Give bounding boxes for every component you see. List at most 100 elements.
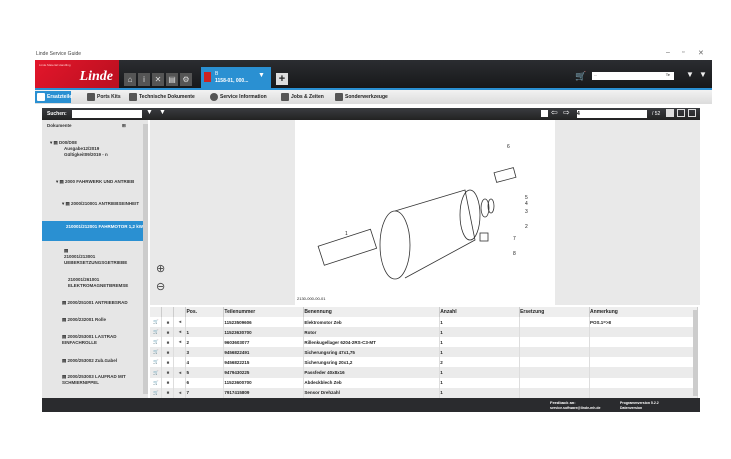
clear-filter-icon[interactable]: ▼	[699, 70, 707, 79]
column-header[interactable]: Teilenummer	[223, 307, 305, 317]
document-icon[interactable]: ■	[161, 347, 175, 358]
info-icon[interactable]: ◂	[173, 387, 187, 398]
cart-icon[interactable]: 🛒	[150, 367, 163, 378]
maximize-button[interactable]: ▫	[682, 49, 684, 56]
table-row[interactable]: 🛒 ■ 6 11523600700 Abdeckblech Zeb 1	[150, 377, 698, 388]
minimize-button[interactable]: –	[666, 49, 670, 56]
cart-icon[interactable]: 🛒	[150, 337, 163, 348]
table-row[interactable]: 🛒 ■ ◂ 11523509606 Elektromotor Zeb 1 POS.1=>8	[150, 317, 698, 328]
home-icon[interactable]: ⌂	[124, 73, 136, 86]
cart-icon[interactable]: 🛒	[150, 327, 163, 338]
part-number: 9479430225	[223, 367, 305, 378]
cart-icon[interactable]: 🛒	[150, 347, 163, 358]
tree-item[interactable]: ▤ 2000/232001 Rolle	[62, 317, 142, 323]
fit-width-icon[interactable]	[677, 109, 685, 117]
tools-icon[interactable]: ✕	[152, 73, 164, 86]
tree-item[interactable]: ▾ ▤ 2000/210001 ANTRIEBSEINHEIT	[62, 201, 142, 207]
column-header[interactable]	[150, 307, 163, 317]
tree-search-input[interactable]	[72, 110, 142, 118]
remark	[589, 337, 698, 348]
back-arrow-icon[interactable]: ⇦	[551, 108, 558, 117]
filter-icon[interactable]: ▼	[686, 70, 694, 79]
close-button[interactable]: ✕	[698, 49, 704, 57]
info-icon[interactable]	[173, 357, 187, 368]
table-row[interactable]: 🛒 ■ 3 9456822491 Sicherungsring 47x1,75 1	[150, 347, 698, 358]
column-header[interactable]	[161, 307, 175, 317]
tree-item[interactable]: ▤ 210001/213001 UEBERSETZUNGSGETRIEBE	[64, 248, 142, 266]
settings-icon[interactable]: ⚙	[180, 73, 192, 86]
info-icon[interactable]: ◂	[173, 337, 187, 348]
linde-logo: Linde Material Handling Linde	[35, 60, 119, 90]
column-header[interactable]: Ersetzung	[519, 307, 591, 317]
document-icon[interactable]: ■	[161, 317, 175, 328]
zoom-in-icon[interactable]: ⊕	[156, 262, 165, 275]
zoom-out-icon[interactable]: ⊖	[156, 280, 165, 293]
info-icon[interactable]	[173, 377, 187, 388]
expand-all-icon[interactable]: ⊞	[122, 123, 126, 129]
tab-service-information[interactable]: Service Information	[208, 91, 267, 103]
header-search-input[interactable]: ... Te	[592, 72, 674, 80]
fit-page-icon[interactable]	[541, 110, 548, 117]
info-icon[interactable]: ◂	[173, 317, 187, 328]
document-icon[interactable]: ■	[161, 387, 175, 398]
tree-item[interactable]: ▾ ▤ D00/D08 Ausgabe12/2019 Gültigkeit09/2…	[50, 140, 130, 158]
cart-icon[interactable]: 🛒	[150, 387, 163, 398]
table-row[interactable]: 🛒 ■ ◂ 2 9603603077 Rillenkugellager 6204-2RS-…	[150, 337, 698, 348]
search-scope-select[interactable]: Te	[666, 72, 670, 77]
tab-jobs-zeiten[interactable]: Jobs & Zeiten	[279, 91, 324, 103]
column-header[interactable]: Anzahl	[439, 307, 521, 317]
cart-icon[interactable]: 🛒	[150, 357, 163, 368]
column-header[interactable]: Benennung	[303, 307, 441, 317]
quantity: 2	[439, 357, 521, 368]
split-view-icon[interactable]	[688, 109, 696, 117]
info-icon[interactable]: i	[138, 73, 150, 86]
part-number: 11523600700	[223, 377, 305, 388]
tree-item[interactable]: ▾ ▤ 2000 FAHRWERK UND ANTRIEB	[56, 179, 136, 185]
column-header[interactable]: Pos.	[185, 307, 225, 317]
table-row[interactable]: 🛒 ■ ◂ 1 11523630700 Rotor 1	[150, 327, 698, 338]
cart-icon[interactable]: 🛒	[150, 317, 163, 328]
tab-sonderwerkzeuge[interactable]: Sonderwerkzeuge	[333, 91, 388, 103]
document-icon[interactable]: ■	[161, 367, 175, 378]
tab-ersatzteile[interactable]: Ersatzteile	[35, 91, 72, 103]
replacement	[519, 387, 591, 398]
add-tab-button[interactable]: +	[276, 73, 288, 85]
cart-icon[interactable]: 🛒	[575, 71, 586, 82]
tab-technische-dokumente[interactable]: Technische Dokumente	[127, 91, 195, 103]
document-tab[interactable]: B 1158-01, 000... ▼	[201, 67, 271, 89]
tree-item[interactable]: ▤ 2000/253001 LASTRAD EINFACHROLLE	[62, 334, 142, 346]
forklift-icon[interactable]: ▤	[166, 73, 178, 86]
part-number: 11523630700	[223, 327, 305, 338]
info-icon[interactable]: ◂	[173, 327, 187, 338]
document-icon[interactable]: ■	[161, 377, 175, 388]
pos: 3	[185, 347, 225, 358]
tree-item[interactable]: 210001/261001 ELEKTROMAGNETBREMSE	[68, 277, 142, 289]
callout-1: 1	[345, 231, 348, 237]
clear-filter-icon[interactable]: ▼	[159, 109, 166, 116]
tree-item-selected[interactable]: 210001/212001 FAHRMOTOR 1,2 kW	[42, 221, 143, 241]
forward-arrow-icon[interactable]: ⇨	[563, 108, 570, 117]
print-icon[interactable]	[666, 109, 674, 117]
column-header[interactable]	[173, 307, 187, 317]
tree-item[interactable]: ▤ 2000/253002 Zub.Gabel	[62, 358, 142, 364]
table-scrollbar[interactable]	[693, 310, 698, 396]
filter-icon[interactable]: ▼	[146, 109, 153, 116]
info-icon[interactable]	[173, 347, 187, 358]
tree-scrollbar[interactable]	[143, 124, 148, 394]
cart-icon[interactable]: 🛒	[150, 377, 163, 388]
info-icon[interactable]: ◂	[173, 367, 187, 378]
column-header[interactable]: Anmerkung	[589, 307, 698, 317]
filter-dropdown-icon[interactable]: ▼	[258, 72, 265, 79]
table-row[interactable]: 🛒 ■ 4 9456822215 Sicherungsring 20x1,2 2	[150, 357, 698, 368]
document-icon[interactable]: ■	[161, 327, 175, 338]
table-row[interactable]: 🛒 ■ ◂ 5 9479430225 Passfeder 40x8x16 1	[150, 367, 698, 378]
tree-item[interactable]: ▤ 2000/253003 LAUFRAD MIT SCHMIERNIPPEL	[62, 374, 142, 386]
tree-item[interactable]: ▤ 2000/251001 ANTRIEBSRAD	[62, 300, 142, 306]
table-row[interactable]: 🛒 ■ ◂ 7 7917415809 Sensor Drehzahl 1	[150, 387, 698, 398]
document-icon[interactable]: ■	[161, 337, 175, 348]
feedback-email-link[interactable]: service.software@linde-mh.de	[550, 406, 601, 410]
part-number: 9603603077	[223, 337, 305, 348]
page-input[interactable]	[577, 110, 647, 118]
document-icon[interactable]: ■	[161, 357, 175, 368]
tab-ports-kits[interactable]: Ports Kits	[85, 91, 121, 103]
